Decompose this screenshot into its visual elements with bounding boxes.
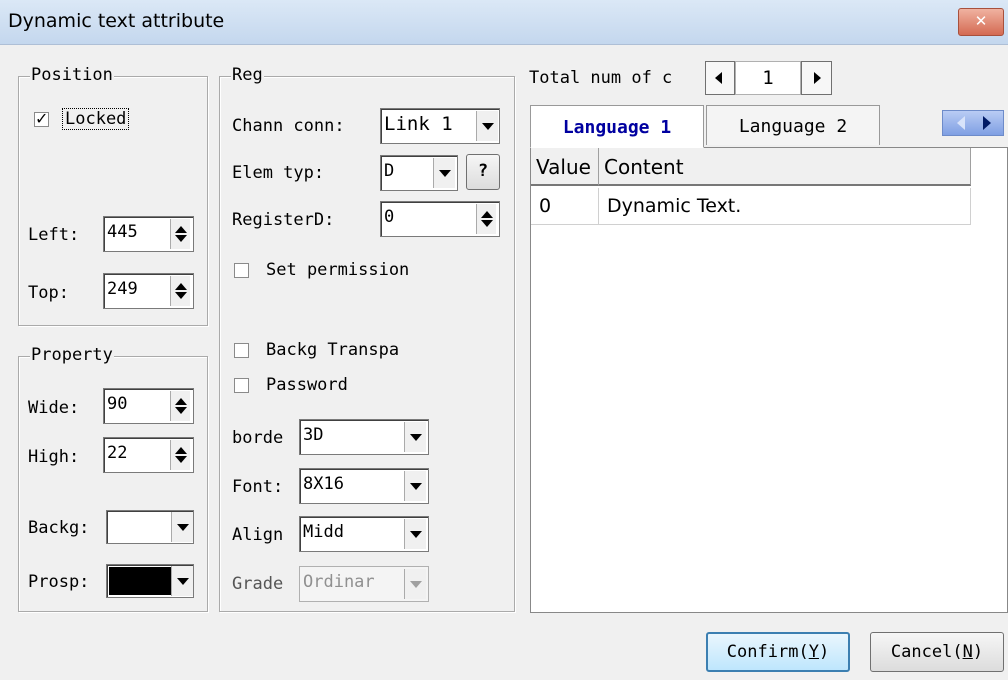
arrow-right-icon: [983, 116, 991, 130]
top-spinner[interactable]: [170, 276, 190, 306]
border-dropdown-button[interactable]: [404, 422, 426, 452]
confirm-accelerator: Y: [808, 642, 819, 662]
total-increment-button[interactable]: [801, 61, 832, 95]
chevron-down-icon: [410, 581, 422, 588]
chevron-down-icon: [410, 483, 422, 490]
register-label: RegisterD:: [232, 210, 335, 230]
wide-spinner[interactable]: [170, 391, 190, 421]
locked-label: Locked: [62, 108, 130, 130]
column-header-content[interactable]: Content: [599, 148, 971, 186]
arrow-left-icon: [715, 72, 722, 84]
chevron-down-icon: [439, 170, 451, 177]
prosp-swatch: [109, 567, 171, 595]
chevron-down-icon: [177, 578, 189, 585]
arrow-right-icon: [814, 72, 821, 84]
elem-typ-value: D: [384, 161, 395, 181]
border-value: 3D: [303, 425, 324, 445]
set-permission-checkbox[interactable]: [234, 263, 249, 278]
cancel-accelerator: N: [962, 642, 973, 662]
align-label: Align: [232, 525, 284, 545]
prosp-dropdown-button[interactable]: [171, 566, 193, 596]
tab-scroll-buttons[interactable]: [942, 110, 1004, 136]
prosp-label: Prosp:: [28, 572, 90, 592]
language-grid: Value Content 0 Dynamic Text.: [530, 147, 1008, 613]
chevron-down-icon: [482, 123, 494, 130]
arrow-left-icon: [957, 116, 965, 130]
font-label: Font:: [232, 477, 284, 497]
left-value: 445: [107, 222, 138, 242]
chann-conn-dropdown-button[interactable]: [476, 111, 498, 141]
grade-dropdown-button: [404, 569, 426, 599]
table-row-cell-value[interactable]: 0: [531, 188, 599, 225]
title-bar: Dynamic text attribute ✕: [0, 0, 1008, 45]
cancel-label: Cancel: [890, 642, 953, 662]
elem-typ-label: Elem typ:: [232, 163, 325, 183]
grade-label: Grade: [232, 574, 284, 594]
grade-value: Ordinar: [303, 572, 375, 592]
password-label: Password: [266, 375, 348, 395]
cancel-button[interactable]: Cancel(N): [870, 632, 1004, 672]
font-value: 8X16: [303, 474, 344, 494]
total-num-input[interactable]: 1: [735, 61, 801, 95]
backg-label: Backg:: [28, 518, 90, 538]
total-num-value: 1: [762, 67, 774, 89]
wide-value: 90: [107, 394, 128, 414]
register-value: 0: [384, 207, 395, 227]
total-decrement-button[interactable]: [705, 61, 735, 95]
backg-transpa-checkbox[interactable]: [234, 343, 249, 358]
align-dropdown-button[interactable]: [404, 519, 426, 549]
close-button[interactable]: ✕: [958, 8, 1004, 36]
password-checkbox[interactable]: [234, 378, 249, 393]
high-spinner[interactable]: [170, 440, 190, 470]
table-row-cell-content[interactable]: Dynamic Text.: [599, 188, 971, 225]
tab-language-1[interactable]: Language 1: [530, 105, 704, 148]
set-permission-label: Set permission: [266, 260, 410, 280]
register-spinner[interactable]: [476, 204, 496, 234]
elem-typ-dropdown-button[interactable]: [433, 158, 455, 188]
high-value: 22: [107, 443, 128, 463]
left-spinner[interactable]: [170, 219, 190, 249]
tab-language-2[interactable]: Language 2: [706, 105, 880, 145]
window-title: Dynamic text attribute: [8, 10, 225, 32]
backg-swatch: [109, 513, 169, 541]
font-dropdown-button[interactable]: [404, 471, 426, 501]
property-legend: Property: [30, 345, 114, 365]
column-header-value[interactable]: Value: [531, 148, 599, 186]
top-label: Top:: [28, 283, 69, 303]
chevron-down-icon: [410, 531, 422, 538]
chevron-down-icon: [410, 434, 422, 441]
reg-legend: Reg: [231, 65, 264, 85]
backg-transpa-label: Backg Transpa: [266, 340, 400, 360]
total-num-label: Total num of c: [529, 68, 673, 88]
align-value: Midd: [303, 522, 344, 542]
position-legend: Position: [30, 65, 114, 85]
chevron-down-icon: [177, 524, 189, 531]
left-label: Left:: [28, 225, 80, 245]
high-label: High:: [28, 447, 80, 467]
help-button[interactable]: ?: [466, 154, 500, 190]
chann-conn-value: Link 1: [384, 113, 453, 135]
top-value: 249: [107, 279, 138, 299]
confirm-label: Confirm: [726, 642, 799, 662]
backg-dropdown-button[interactable]: [171, 512, 193, 542]
confirm-button[interactable]: Confirm(Y): [706, 632, 850, 672]
chann-conn-label: Chann conn:: [232, 116, 345, 136]
border-label: borde: [232, 428, 284, 448]
wide-label: Wide:: [28, 398, 80, 418]
locked-checkbox[interactable]: ✓: [34, 111, 49, 127]
